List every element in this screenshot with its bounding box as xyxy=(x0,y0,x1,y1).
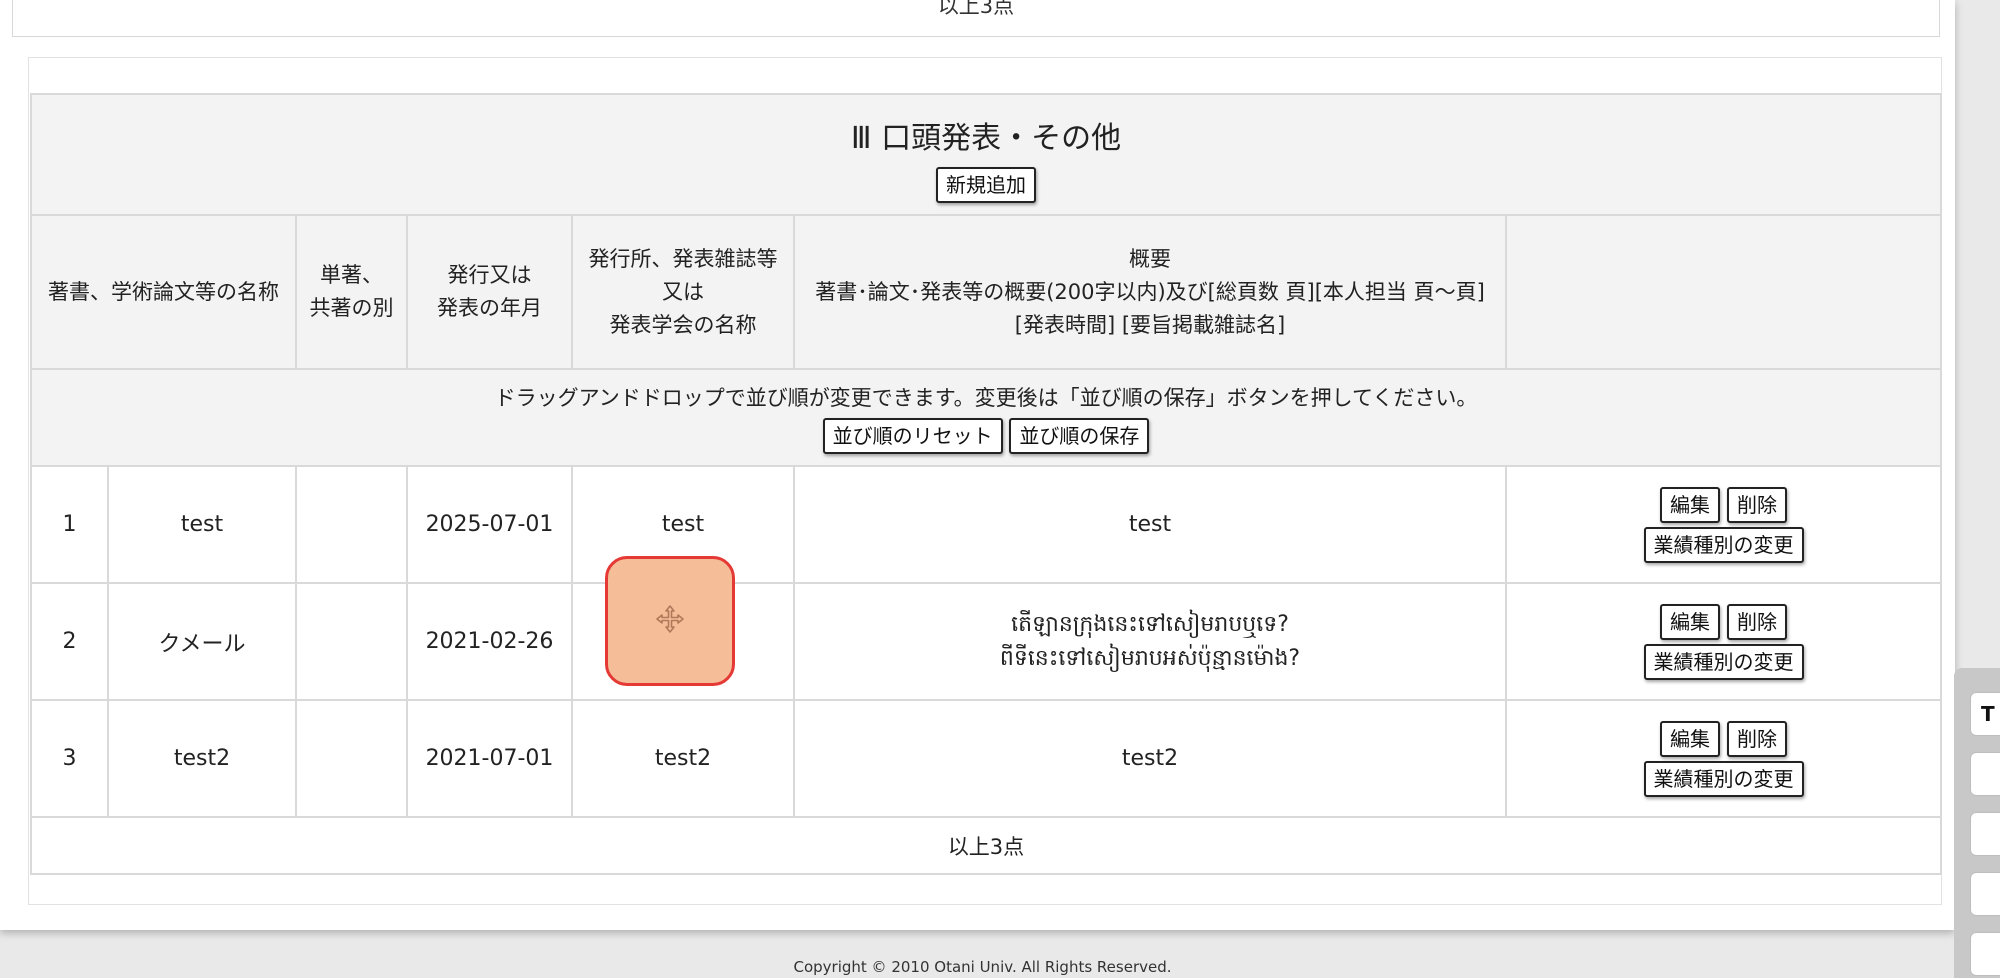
previous-section: 以上3点 xyxy=(12,0,1940,37)
column-header-actions xyxy=(1505,214,1942,370)
dock-item[interactable] xyxy=(1970,752,2000,796)
drag-handle[interactable] xyxy=(605,556,735,686)
column-header-publisher-line3: 発表学会の名称 xyxy=(609,312,757,337)
row-actions: 編集 削除 業績種別の変更 xyxy=(1505,699,1942,818)
change-type-button[interactable]: 業績種別の変更 xyxy=(1643,643,1804,680)
edit-button[interactable]: 編集 xyxy=(1660,486,1720,523)
table-row[interactable]: 1 test 2025-07-01 test test 編集 削除 業績種別の変… xyxy=(30,465,1942,584)
row-summary: test2 xyxy=(793,699,1507,818)
column-header-authorship-line2: 共著の別 xyxy=(309,296,394,320)
row-date: 2021-02-26 xyxy=(406,582,573,701)
column-header-summary: 概要 著書･論文･発表等の概要(200字以内)及び[総頁数 頁][本人担当 頁～… xyxy=(793,214,1507,370)
row-date: 2021-07-01 xyxy=(406,699,573,818)
change-type-button[interactable]: 業績種別の変更 xyxy=(1643,526,1804,563)
column-header-row: 著書、学術論文等の名称 単著、 共著の別 発行又は 発表の年月 発行所、発表雑誌… xyxy=(30,214,1942,370)
dock-item[interactable] xyxy=(1970,812,2000,856)
row-name: クメール xyxy=(107,582,297,701)
row-number: 2 xyxy=(30,582,109,701)
side-dock: T xyxy=(1954,668,2000,978)
row-number: 3 xyxy=(30,699,109,818)
row-number: 1 xyxy=(30,465,109,584)
section-title-cell: Ⅲ 口頭発表・その他 新規追加 xyxy=(30,93,1942,216)
column-header-summary-line2: 著書･論文･発表等の概要(200字以内)及び[総頁数 頁][本人担当 頁～頁] xyxy=(815,279,1485,304)
column-header-authorship: 単著、 共著の別 xyxy=(295,214,408,370)
row-publisher: test2 xyxy=(571,699,795,818)
row-actions: 編集 削除 業績種別の変更 xyxy=(1505,582,1942,701)
column-header-name: 著書、学術論文等の名称 xyxy=(30,214,297,370)
column-header-date-line2: 発表の年月 xyxy=(437,296,542,320)
column-header-summary-line3: [発表時間] [要旨掲載雑誌名] xyxy=(1014,312,1286,337)
copyright: Copyright © 2010 Otani Univ. All Rights … xyxy=(793,958,1172,976)
row-summary: test xyxy=(793,465,1507,584)
add-new-button[interactable]: 新規追加 xyxy=(936,166,1036,203)
table-row[interactable]: 3 test2 2021-07-01 test2 test2 編集 削除 業績種… xyxy=(30,699,1942,818)
reorder-instruction: ドラッグアンドドロップで並び順が変更できます。変更後は「並び順の保存」ボタンを押… xyxy=(494,385,1478,410)
reorder-row: ドラッグアンドドロップで並び順が変更できます。変更後は「並び順の保存」ボタンを押… xyxy=(30,368,1942,467)
row-authorship xyxy=(295,582,408,701)
previous-section-footer: 以上3点 xyxy=(937,0,1015,18)
column-header-date-line1: 発行又は xyxy=(447,263,532,287)
column-header-summary-line1: 概要 xyxy=(1129,246,1171,271)
column-header-publisher-line2: 又は xyxy=(662,279,704,304)
row-name: test xyxy=(107,465,297,584)
move-icon xyxy=(655,604,685,638)
section-title-row: Ⅲ 口頭発表・その他 新規追加 xyxy=(30,93,1942,216)
column-header-authorship-line1: 単著、 xyxy=(320,263,383,287)
delete-button[interactable]: 削除 xyxy=(1727,486,1787,523)
edit-button[interactable]: 編集 xyxy=(1660,603,1720,640)
row-summary-line: test xyxy=(1128,512,1172,537)
row-authorship xyxy=(295,699,408,818)
section-footer-row: 以上3点 xyxy=(30,816,1942,875)
change-type-button[interactable]: 業績種別の変更 xyxy=(1643,760,1804,797)
row-actions: 編集 削除 業績種別の変更 xyxy=(1505,465,1942,584)
edit-button[interactable]: 編集 xyxy=(1660,720,1720,757)
dock-item-label: T xyxy=(1981,702,1995,726)
row-authorship xyxy=(295,465,408,584)
table-row[interactable]: 2 クメール 2021-02-26 តើឡានក្រុងនេះទៅសៀមរាបឬ… xyxy=(30,582,1942,701)
reorder-cell: ドラッグアンドドロップで並び順が変更できます。変更後は「並び順の保存」ボタンを押… xyxy=(30,368,1942,467)
dock-item[interactable] xyxy=(1970,932,2000,976)
row-summary-line: តើឡានក្រុងនេះទៅសៀមរាបឬទេ? xyxy=(1011,611,1289,637)
dock-item[interactable] xyxy=(1970,872,2000,916)
section-footer: 以上3点 xyxy=(30,816,1942,875)
row-date: 2025-07-01 xyxy=(406,465,573,584)
column-header-date: 発行又は 発表の年月 xyxy=(406,214,573,370)
dock-item[interactable]: T xyxy=(1970,692,2000,736)
row-name: test2 xyxy=(107,699,297,818)
page-card: 以上3点 Ⅲ 口頭発表・その他 新規追加 著書、学術論文等の名称 単著、 共著の… xyxy=(0,0,1955,930)
section-title: Ⅲ 口頭発表・その他 xyxy=(850,120,1122,156)
delete-button[interactable]: 削除 xyxy=(1727,720,1787,757)
row-summary: តើឡានក្រុងនេះទៅសៀមរាបឬទេ? ពីទីនេះទៅសៀមរា… xyxy=(793,582,1507,701)
column-header-publisher: 発行所、発表雑誌等 又は 発表学会の名称 xyxy=(571,214,795,370)
row-summary-line: ពីទីនេះទៅសៀមរាបអស់ប៉ុន្មានម៉ោង? xyxy=(999,645,1301,671)
save-order-button[interactable]: 並び順の保存 xyxy=(1009,417,1150,454)
delete-button[interactable]: 削除 xyxy=(1727,603,1787,640)
column-header-publisher-line1: 発行所、発表雑誌等 xyxy=(588,246,778,271)
row-summary-line: test2 xyxy=(1121,746,1179,771)
works-table: Ⅲ 口頭発表・その他 新規追加 著書、学術論文等の名称 単著、 共著の別 発行又… xyxy=(30,93,1942,875)
reset-order-button[interactable]: 並び順のリセット xyxy=(822,417,1003,454)
